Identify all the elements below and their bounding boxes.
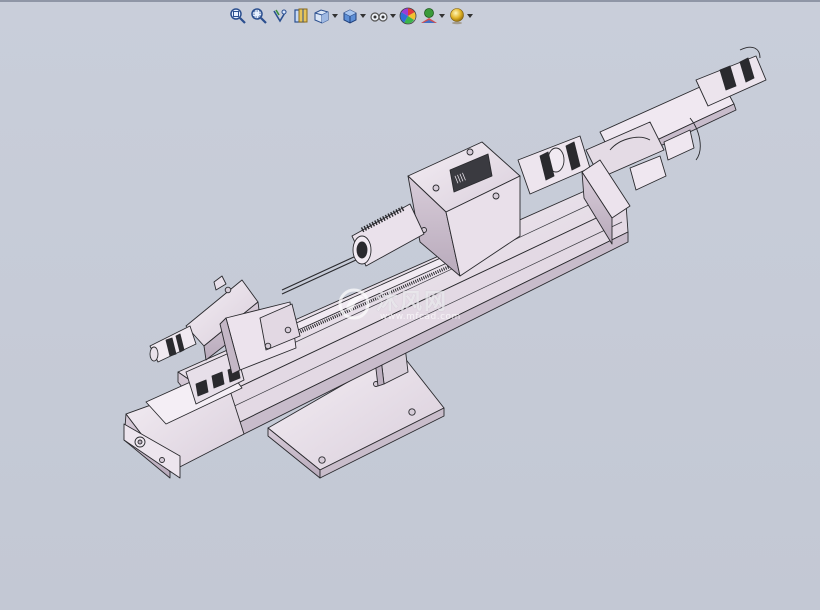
watermark: 沐风网 www.mfcad.com [336, 282, 496, 326]
spring-coupling[interactable] [351, 203, 425, 267]
left-nozzle[interactable] [149, 325, 197, 363]
watermark-url: www.mfcad.com [380, 312, 461, 322]
watermark-logo-icon [338, 288, 370, 320]
